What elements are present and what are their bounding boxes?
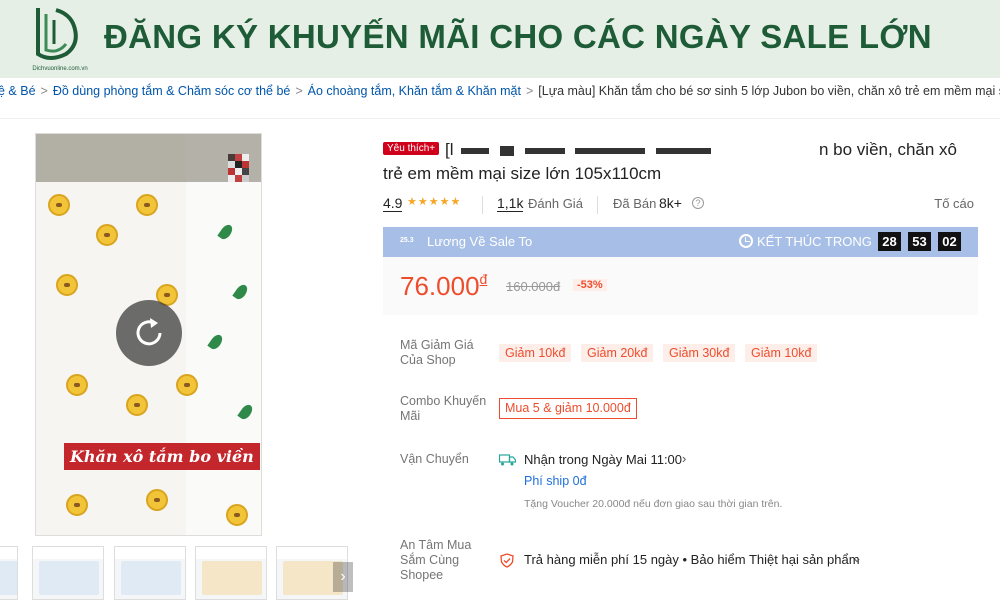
pattern-icon [126,394,148,416]
chevron-right-icon: > [525,84,534,98]
clock-icon [739,234,753,248]
breadcrumb-item-bath-care[interactable]: Đồ dùng phòng tắm & Chăm sóc cơ thể bé [53,84,291,98]
redacted-text [575,147,646,154]
price-box: 76.000đ 160.000đ -53% [383,257,978,315]
chevron-right-icon: > [40,84,48,98]
thumbnail-next-button[interactable]: › [333,562,353,592]
pattern-icon [226,504,248,526]
video-frame-cloth [186,134,261,535]
voucher-chip[interactable]: Giảm 10kđ [745,344,818,362]
pixelated-icon [228,154,249,182]
title-line-2: trẻ em mềm mại size lớn 105x110cm [383,164,662,183]
discount-badge: -53% [573,279,607,291]
flash-sale-bar: 25.3 Lương Về Sale To KẾT THÚC TRONG 28 … [383,227,978,257]
chevron-down-icon[interactable]: ⌄ [852,551,862,565]
logo-text: Dichvuonline.com.vn [32,66,88,72]
info-icon[interactable]: ? [692,197,704,209]
voucher-chip[interactable]: Giảm 20kđ [581,344,654,362]
pattern-icon [48,194,70,216]
timer-hours: 28 [878,232,901,251]
divider [482,196,483,214]
thumbnail[interactable] [32,546,104,600]
combo-label: Combo Khuyến Mãi [400,394,487,423]
title-line-1-end: n bo viền, chăn xô [819,140,957,159]
chevron-right-icon: > [295,84,303,98]
title-line-1: [l [445,140,714,160]
chevron-right-icon: › [340,568,346,585]
redacted-text [499,145,514,156]
breadcrumb-item-towels[interactable]: Áo choàng tắm, Khăn tắm & Khăn mặt [308,84,521,98]
voucher-chip[interactable]: Giảm 30kđ [663,344,736,362]
star-rating-icon: ★★★★★ [407,196,462,208]
flash-sale-tag: 25.3 [400,237,414,244]
current-price: 76.000đ [400,271,487,302]
truck-icon [499,454,516,466]
flash-sale-ends-label: KẾT THÚC TRONG [757,234,872,249]
shipping-note: Tặng Voucher 20.000đ nếu đơn giao sau th… [524,498,783,510]
shipping-label: Vận Chuyển [400,452,469,466]
shipping-fee: Phí ship 0đ [524,474,587,488]
thumbnail[interactable] [114,546,186,600]
redacted-text [461,147,490,154]
review-count[interactable]: 1,1k [497,195,524,212]
sold-label: Đã Bán [613,196,657,211]
pattern-icon [96,224,118,246]
chevron-right-icon[interactable]: › [682,451,686,466]
rating-score[interactable]: 4.9 [383,195,403,212]
ratings-row: 4.9 ★★★★★ 1,1k Đánh Giá Đã Bán 8k+ ? Tố … [383,195,978,215]
pattern-icon [146,489,168,511]
guarantee-text[interactable]: Trả hàng miễn phí 15 ngày • Bảo hiểm Thi… [524,552,860,567]
pattern-icon [66,494,88,516]
timer-seconds: 02 [938,232,961,251]
replay-button[interactable] [116,300,182,366]
thumbnail[interactable] [0,546,18,600]
shield-icon [500,553,514,568]
current-price-value: 76.000 [400,271,480,301]
replay-icon [136,318,162,346]
breadcrumb-item-mom-baby[interactable]: ệ & Bé [0,84,36,98]
voucher-label: Mã Giảm Giá Của Shop [400,338,474,367]
pattern-icon [176,374,198,396]
promo-banner: Dichvuonline.com.vn ĐĂNG KÝ KHUYẾN MÃI C… [0,0,1000,78]
preferred-badge: Yêu thích+ [383,142,440,155]
guarantee-label: An Tâm Mua Sắm Cùng Shopee [400,538,472,582]
pattern-icon [56,274,78,296]
video-caption: Khăn xô tắm bo viền [64,443,260,470]
brand-logo: Dichvuonline.com.vn [20,4,92,74]
divider [0,118,1000,119]
pattern-icon [66,374,88,396]
voucher-chip[interactable]: Giảm 10kđ [499,344,572,362]
thumbnail[interactable] [195,546,267,600]
timer-minutes: 53 [908,232,931,251]
delivery-estimate[interactable]: Nhận trong Ngày Mai 11:00 [524,452,682,467]
review-count-label: Đánh Giá [528,196,583,211]
report-link[interactable]: Tố cáo [934,196,974,211]
currency-symbol: đ [479,271,488,287]
title-text-start: [l [445,140,454,159]
breadcrumb-current: [Lựa màu] Khăn tắm cho bé sơ sinh 5 lớp … [538,84,1000,98]
divider [597,196,598,214]
original-price: 160.000đ [506,279,561,294]
redacted-text [524,147,565,154]
sold-count: 8k+ [659,195,682,211]
banner-title: ĐĂNG KÝ KHUYẾN MÃI CHO CÁC NGÀY SALE LỚN [104,18,932,55]
redacted-text [656,147,712,154]
pattern-icon [136,194,158,216]
combo-chip[interactable]: Mua 5 & giảm 10.000đ [499,398,637,419]
flash-sale-name: Lương Về Sale To [427,234,533,249]
product-video[interactable]: Khăn xô tắm bo viền [35,133,262,536]
breadcrumb: ệ & Bé > Đồ dùng phòng tắm & Chăm sóc cơ t… [0,84,1000,104]
